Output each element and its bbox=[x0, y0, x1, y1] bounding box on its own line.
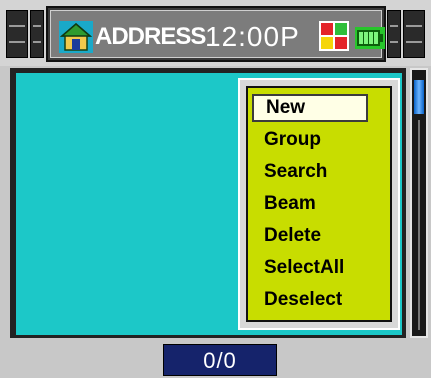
right-grip-inner bbox=[387, 10, 401, 58]
title-bar-inner: ADDRESS 12:00P bbox=[50, 10, 385, 58]
app-title: ADDRESS bbox=[95, 23, 206, 50]
clock: 12:00P bbox=[205, 21, 300, 52]
launcher-icon[interactable] bbox=[319, 21, 349, 51]
left-grip-inner bbox=[30, 10, 44, 58]
menu-list: New Group Search Beam Delete SelectAll D… bbox=[248, 88, 390, 320]
battery-icon bbox=[355, 27, 385, 49]
left-grip bbox=[6, 10, 28, 58]
scrollbar[interactable] bbox=[410, 68, 428, 338]
context-menu: New Group Search Beam Delete SelectAll D… bbox=[238, 78, 400, 330]
menu-item-search[interactable]: Search bbox=[252, 158, 368, 186]
title-bar: ADDRESS 12:00P bbox=[46, 6, 386, 62]
top-bezel: ADDRESS 12:00P bbox=[0, 0, 431, 66]
menu-item-deselect[interactable]: Deselect bbox=[252, 286, 368, 314]
menu-item-delete[interactable]: Delete bbox=[252, 222, 368, 250]
menu-item-selectall[interactable]: SelectAll bbox=[252, 254, 368, 282]
page-counter: 0/0 bbox=[163, 344, 277, 376]
menu-item-beam[interactable]: Beam bbox=[252, 190, 368, 218]
home-icon[interactable] bbox=[59, 21, 93, 53]
scroll-thumb[interactable] bbox=[414, 80, 424, 114]
menu-item-new[interactable]: New bbox=[252, 94, 368, 122]
scroll-track bbox=[418, 120, 420, 330]
menu-item-group[interactable]: Group bbox=[252, 126, 368, 154]
right-grip bbox=[403, 10, 425, 58]
